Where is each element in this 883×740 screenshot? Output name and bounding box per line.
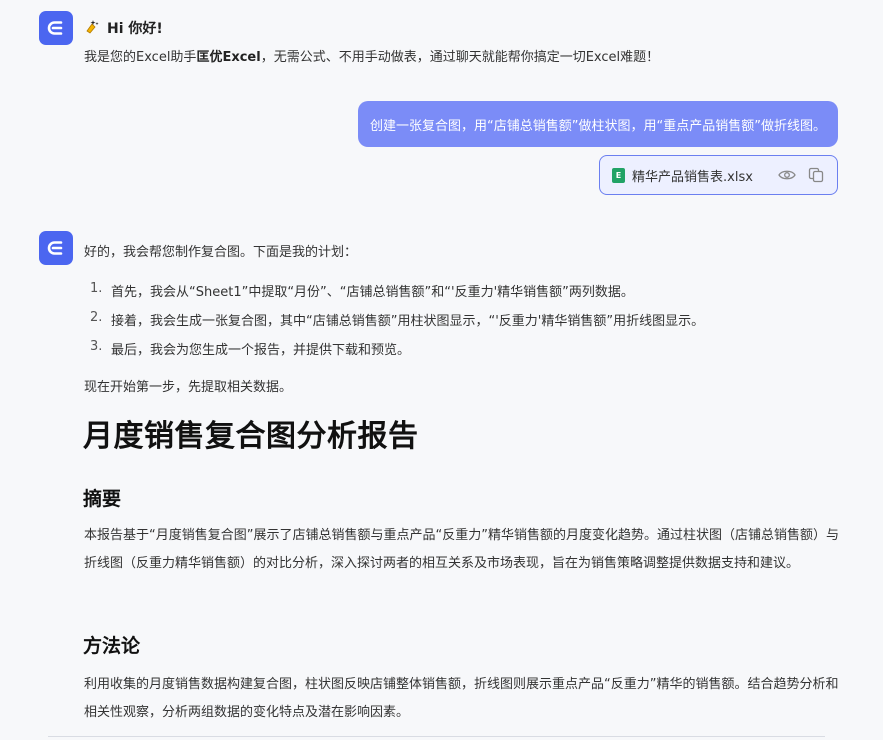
attachment-chip[interactable]: E 精华产品销售表.xlsx [599,155,838,195]
greeting-message: 我是您的Excel助手匡优Excel，无需公式、不用手动做表，通过聊天就能帮你搞… [84,46,659,65]
plan-step-number: 2. [90,310,103,325]
chat-thread: Hi 你好! 我是您的Excel助手匡优Excel，无需公式、不用手动做表，通过… [0,0,883,740]
methodology-paragraph: 利用收集的月度销售数据构建复合图，柱状图反映店铺整体销售额，折线图则展示重点产品… [84,677,839,720]
copy-icon[interactable] [805,164,827,186]
assistant-logo-icon [39,231,73,265]
plan-step-text: 接着，我会生成一张复合图，其中“店铺总销售额”用柱状图显示，“'反重力'精华销售… [111,314,705,329]
current-step-text: 现在开始第一步，先提取相关数据。 [84,380,293,395]
plan-step-text: 首先，我会从“Sheet1”中提取“月份”、“店铺总销售额”和“'反重力'精华销… [111,285,634,300]
report-title: 月度销售复合图分析报告 [83,419,419,454]
greeting-title: Hi 你好! [84,18,163,38]
reply-intro: 好的，我会帮您制作复合图。下面是我的计划： [84,245,358,260]
plan-list: 1. 首先，我会从“Sheet1”中提取“月份”、“店铺总销售额”和“'反重力'… [90,281,704,368]
greeting-prefix: 我是您的Excel助手 [84,50,197,65]
greeting-title-text: Hi 你好! [107,21,163,37]
summary-heading: 摘要 [83,488,122,510]
assistant-logo-icon [39,11,73,45]
greeting-suffix: ，无需公式、不用手动做表，通过聊天就能帮你搞定一切Excel难题！ [260,50,660,65]
excel-file-icon: E [612,167,625,183]
methodology-heading: 方法论 [83,635,141,657]
plan-step-text: 最后，我会为您生成一个报告，并提供下载和预览。 [111,343,411,358]
plan-step: 3. 最后，我会为您生成一个报告，并提供下载和预览。 [90,339,704,368]
brand-name: 匡优Excel [196,50,261,65]
plan-step-number: 3. [90,339,103,354]
plan-step: 1. 首先，我会从“Sheet1”中提取“月份”、“店铺总销售额”和“'反重力'… [90,281,704,310]
divider [48,736,825,740]
user-message-bubble: 创建一张复合图，用“店铺总销售额”做柱状图，用“重点产品销售额”做折线图。 [358,101,838,147]
plan-step-number: 1. [90,281,103,296]
sparkle-hand-icon [84,18,100,38]
attachment-file-name[interactable]: 精华产品销售表.xlsx [632,166,769,185]
eye-icon[interactable] [776,164,798,186]
plan-step: 2. 接着，我会生成一张复合图，其中“店铺总销售额”用柱状图显示，“'反重力'精… [90,310,704,339]
summary-paragraph: 本报告基于“月度销售复合图”展示了店铺总销售额与重点产品“反重力”精华销售额的月… [84,528,839,571]
